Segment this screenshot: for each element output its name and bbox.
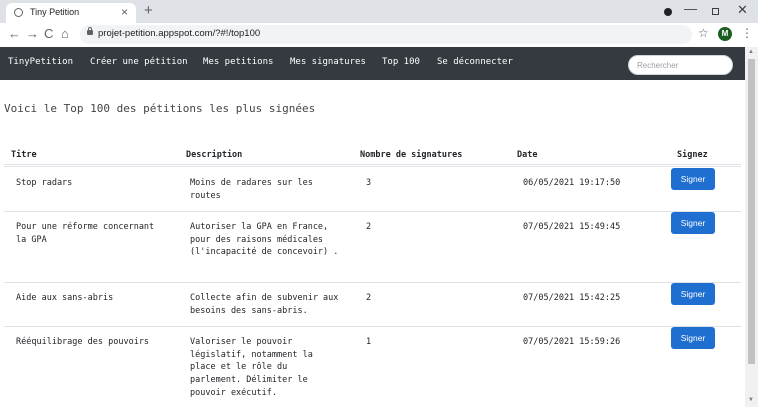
table-row: Rééquilibrage des pouvoirs Valoriser le … xyxy=(4,326,741,408)
new-tab-button[interactable]: + xyxy=(144,2,153,19)
app-navbar: TinyPetition Créer une pétition Mes peti… xyxy=(0,47,745,80)
url-text[interactable]: projet-petition.appspot.com/?#!/top100 xyxy=(98,28,260,39)
column-header-title: Titre xyxy=(11,150,37,160)
nav-top-100[interactable]: Top 100 xyxy=(382,57,420,67)
page-title: Voici le Top 100 des pétitions les plus … xyxy=(4,102,316,115)
signature-count: 3 xyxy=(366,178,372,188)
petition-title: Pour une réforme concernant la GPA xyxy=(16,222,155,245)
arrow-right-icon[interactable]: → xyxy=(26,26,39,41)
reload-icon[interactable]: C xyxy=(44,26,53,41)
home-icon[interactable]: ⌂ xyxy=(61,26,69,41)
signature-count: 2 xyxy=(366,293,372,303)
sign-button[interactable]: Signer xyxy=(671,327,715,349)
kebab-menu-icon[interactable]: ⋮ xyxy=(741,26,753,40)
sign-button[interactable]: Signer xyxy=(671,283,715,305)
nav-my-petitions[interactable]: Mes petitions xyxy=(203,57,273,67)
table-row: Aide aux sans-abris Collecte afin de sub… xyxy=(4,282,741,327)
tab-title: Tiny Petition xyxy=(30,7,80,17)
browser-toolbar: ← → C ⌂ projet-petition.appspot.com/?#!/… xyxy=(0,23,758,48)
column-header-description: Description xyxy=(186,150,243,160)
scroll-up-arrow-icon[interactable]: ▲ xyxy=(748,49,754,55)
petition-date: 07/05/2021 15:42:25 xyxy=(523,293,621,303)
nav-my-signatures[interactable]: Mes signatures xyxy=(290,57,366,67)
nav-logout[interactable]: Se déconnecter xyxy=(437,57,513,67)
record-icon[interactable] xyxy=(664,8,672,16)
petition-date: 06/05/2021 19:17:50 xyxy=(523,178,621,188)
search-input[interactable] xyxy=(628,55,733,75)
nav-create-petition[interactable]: Créer une pétition xyxy=(90,57,188,67)
sign-button[interactable]: Signer xyxy=(671,168,715,190)
scrollbar[interactable]: ▲ ▼ xyxy=(745,47,758,407)
petition-description: Autoriser la GPA en France, pour des rai… xyxy=(190,222,339,258)
main-content: Voici le Top 100 des pétitions les plus … xyxy=(0,80,745,407)
minimize-icon[interactable]: — xyxy=(684,1,697,16)
petition-title: Stop radars xyxy=(16,178,73,188)
lock-icon xyxy=(87,27,93,35)
signature-count: 1 xyxy=(366,337,372,347)
column-header-date: Date xyxy=(517,150,538,160)
globe-icon xyxy=(14,8,23,17)
petition-date: 07/05/2021 15:59:26 xyxy=(523,337,621,347)
maximize-icon[interactable] xyxy=(712,8,719,15)
header-divider xyxy=(4,164,741,165)
close-tab-icon[interactable]: × xyxy=(121,5,128,19)
star-icon[interactable]: ☆ xyxy=(698,26,709,40)
petition-description: Valoriser le pouvoir législatif, notamme… xyxy=(190,337,313,398)
column-header-sign: Signez xyxy=(677,150,708,160)
petition-title: Rééquilibrage des pouvoirs xyxy=(16,337,150,347)
table-row: Pour une réforme concernant la GPA Autor… xyxy=(4,211,741,283)
browser-tab-strip: Tiny Petition × + — ✕ xyxy=(0,0,758,23)
browser-tab[interactable]: Tiny Petition × xyxy=(6,3,136,23)
table-row: Stop radars Moins de radares sur les rou… xyxy=(4,166,741,212)
arrow-left-icon[interactable]: ← xyxy=(8,26,21,41)
profile-avatar[interactable]: M xyxy=(718,27,732,41)
petition-title: Aide aux sans-abris xyxy=(16,293,114,303)
close-window-icon[interactable]: ✕ xyxy=(737,2,748,18)
column-header-signature-count: Nombre de signatures xyxy=(360,150,463,160)
scrollbar-thumb[interactable] xyxy=(748,59,755,364)
address-bar[interactable]: projet-petition.appspot.com/?#!/top100 xyxy=(80,25,692,44)
petition-date: 07/05/2021 15:49:45 xyxy=(523,222,621,232)
petition-description: Collecte afin de subvenir aux besoins de… xyxy=(190,293,339,316)
brand-link[interactable]: TinyPetition xyxy=(8,57,73,67)
sign-button[interactable]: Signer xyxy=(671,212,715,234)
petition-description: Moins de radares sur les routes xyxy=(190,178,313,201)
scroll-down-arrow-icon[interactable]: ▼ xyxy=(748,397,754,403)
signature-count: 2 xyxy=(366,222,372,232)
